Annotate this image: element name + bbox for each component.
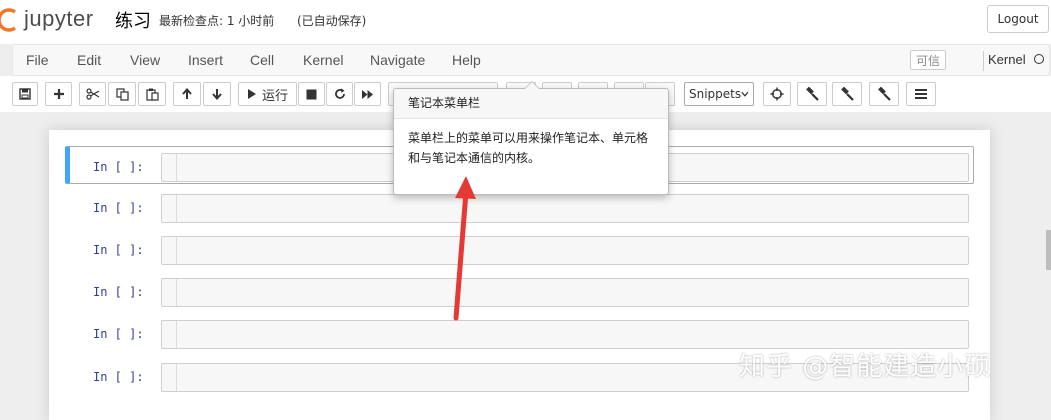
watermark: 知乎 @智能建造小硕 <box>739 352 992 382</box>
scrollbar[interactable] <box>1046 230 1051 270</box>
